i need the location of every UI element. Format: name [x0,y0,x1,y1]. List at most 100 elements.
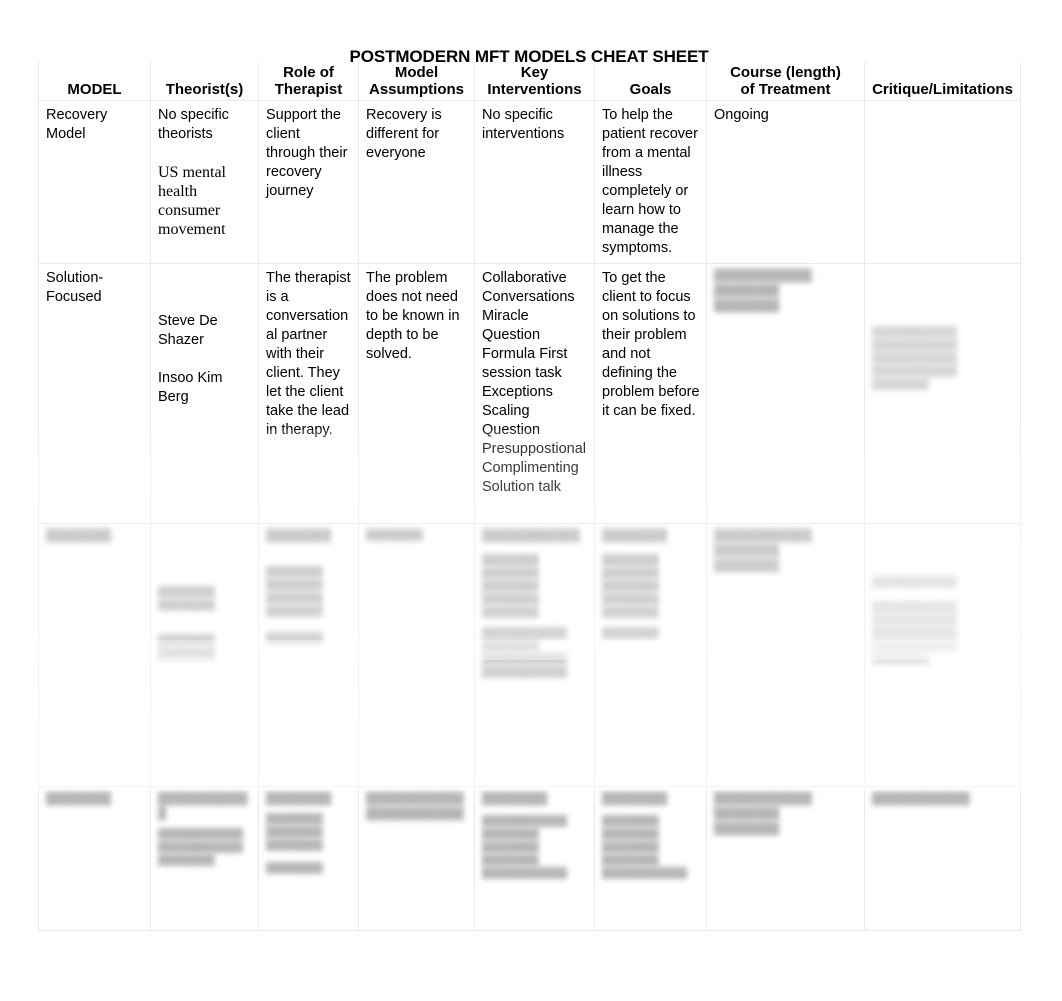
obscured-text: ████████ [482,607,539,618]
obscured-text: ████████ [482,568,539,579]
obscured-text: ████████████ [872,602,958,613]
header-line-1: Model [394,64,439,81]
obscured-text: ████████████ [714,270,812,282]
obscured-text: ████████ [266,593,323,604]
cell-theorists: Steve De Shazer Insoo Kim Berg [150,263,259,524]
obscured-text: ████████ [158,587,215,598]
obscured-text: ████████ [158,648,215,659]
cell-model: ████████ [38,523,151,787]
column-header-model-assumptions: Model Assumptions [358,62,475,101]
intervention-item: Collaborative [482,270,567,286]
obscured-text: ████████ [482,594,539,605]
column-header-goals: Goals [594,62,707,101]
cell-key-interventions: ████████████ ████████ ████████ ████████ … [474,523,595,787]
header-line-1: Key [520,64,549,81]
obscured-text: ████████████ [158,829,244,840]
cell-role-of-therapist: The therapist is a conversational partne… [258,263,359,524]
theorist-entry: Insoo Kim Berg [158,370,223,405]
obscured-text: ████████ [366,530,423,541]
cell-model-assumptions: ████████ [358,523,475,787]
obscured-text: ████████ [158,600,215,611]
intervention-item: Formula First [482,346,568,362]
table-row: Solution-Focused Steve De Shazer Insoo K… [38,263,1021,524]
intervention-item: Conversations [482,289,575,305]
cell-critique-limitations: ████████████ ████████████ ████████████ █… [864,523,1021,787]
obscured-text: ████████ [602,607,659,618]
cell-key-interventions: ████████ ████████████ ████████ ████████ … [474,786,595,931]
obscured-text: ████████████ [482,530,580,542]
obscured-text: ████████████ [158,793,248,820]
obscured-text: ████████ [158,635,215,646]
theorist-entry: Steve De Shazer [158,313,218,348]
obscured-text: ████████ [482,855,539,866]
cell-critique-limitations: ████████████ ████████████ ████████████ █… [864,263,1021,524]
obscured-text: ████████ [266,606,323,617]
cell-critique-limitations [864,100,1021,264]
obscured-text: ████████████ [602,868,688,879]
column-header-theorists: Theorist(s) [150,62,259,101]
obscured-text: ████████████ [872,327,958,338]
intervention-item: Complimenting [482,460,579,476]
cell-key-interventions: Collaborative Conversations Miracle Ques… [474,263,595,524]
obscured-text: ████████ [602,530,668,542]
obscured-text: ████████████ [872,615,958,626]
cell-key-interventions: No specific interventions [474,100,595,264]
intervention-item: Miracle Question [482,308,541,343]
obscured-text: ████████████ [366,808,464,820]
document-page: POSTMODERN MFT MODELS CHEAT SHEET MODEL … [0,0,1062,1001]
table-row: ████████ ████████████ ████████████ █████… [38,786,1021,931]
obscured-text: ████████ [46,530,112,542]
column-header-course-of-treatment: Course (length) of Treatment [706,62,865,101]
cell-goals: ████████ ████████ ████████ ████████ ████… [594,523,707,787]
obscured-text: ████████████ [158,842,244,853]
obscured-text: ████████ [714,285,780,297]
obscured-text: ████████ [266,633,323,644]
obscured-text: ████████████ [482,816,568,827]
obscured-text: ████████ [714,823,780,835]
column-header-key-interventions: Key Interventions [474,62,595,101]
cell-theorists: No specific theorists US mental health c… [150,100,259,264]
cell-course-of-treatment: ████████████ ████████ ████████ [706,523,865,787]
obscured-text: ████████ [482,829,539,840]
obscured-text: ████████ [482,555,539,566]
obscured-text: ████████ [602,816,659,827]
column-header-critique-limitations: Critique/Limitations [864,62,1021,101]
header-line-1: Role of [283,64,334,81]
cell-model-assumptions: ████████████ ████████████ [358,786,475,931]
obscured-text: ████████ [266,814,323,825]
obscured-text: ████████████ [714,793,812,805]
obscured-text: ████████ [602,829,659,840]
obscured-text: ████████ [266,530,332,542]
cell-role-of-therapist: ████████ ████████ ████████ ████████ ████… [258,523,359,787]
obscured-text: ████████████ [482,667,568,678]
cell-goals: ████████ ████████ ████████ ████████ ████… [594,786,707,931]
obscured-text: ████████ [714,545,780,557]
cell-goals: To get the client to focus on solutions … [594,263,707,524]
obscured-text: ████████████ [482,628,568,639]
obscured-text: ████████████ [482,654,568,665]
obscured-text: ████████ [602,555,659,566]
obscured-text: ████████ [872,379,929,390]
cell-model-assumptions: The problem does not need to be known in… [358,263,475,524]
theorist-entry: US mental health consumer movement [158,164,226,238]
obscured-text: ████████ [714,560,780,572]
obscured-text: ████████ [714,808,780,820]
cell-theorists: ████████████ ████████████ ████████████ █… [150,786,259,931]
cell-role-of-therapist: ████████ ████████ ████████ ████████ ████… [258,786,359,931]
cell-model: Recovery Model [38,100,151,264]
cell-role-of-therapist: Support the client through their recover… [258,100,359,264]
obscured-text: ████████ [714,300,780,312]
table-row: ████████ ████████ ████████ ████████ ████… [38,523,1021,787]
obscured-text: ████████████ [872,353,958,364]
cell-course-of-treatment: Ongoing [706,100,865,264]
header-line-2: Interventions [487,81,582,98]
obscured-text: ████████████ [872,366,958,377]
obscured-text: ████████ [602,855,659,866]
cell-course-of-treatment: ████████████ ████████ ████████ [706,786,865,931]
obscured-text: ████████ [46,793,112,805]
obscured-text: ████████ [602,793,668,805]
obscured-text: ████████████ [872,793,970,805]
obscured-text: ████████ [482,793,548,805]
cell-model: ████████ [38,786,151,931]
header-line-2: Assumptions [368,81,464,98]
